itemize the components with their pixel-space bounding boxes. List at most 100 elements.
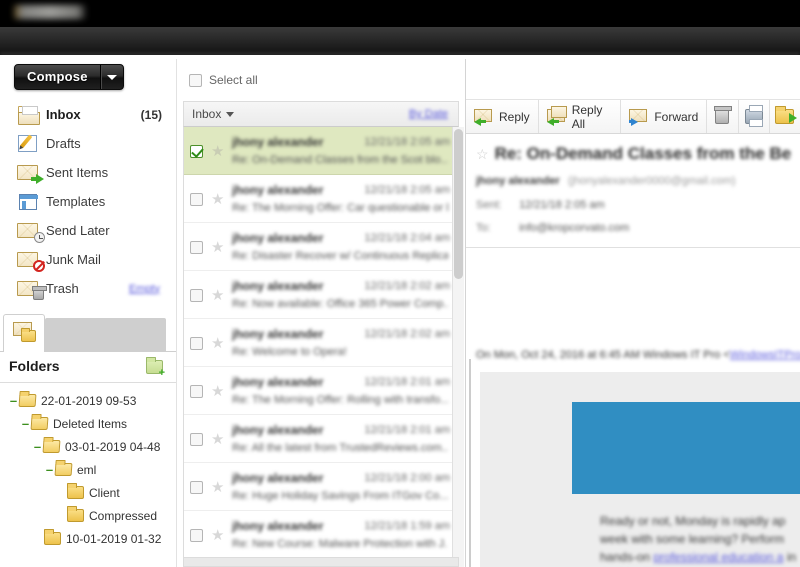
empty-trash-link[interactable]: Empty xyxy=(129,283,160,295)
row-subject: Re: The Morning Offer: Rolling with tran… xyxy=(232,394,448,406)
message-sent-row: Sent: 12/21/18 2:05 am xyxy=(476,199,605,211)
sidebar-item-sent-items[interactable]: Sent Items xyxy=(0,158,176,187)
sidebar-item-label: Drafts xyxy=(46,136,81,151)
row-checkbox[interactable] xyxy=(190,145,203,158)
table-row[interactable]: ★ jhony alexander 12/21/18 2:02 am Re: W… xyxy=(184,319,458,367)
table-row[interactable]: ★ jhony alexander 12/21/18 2:01 am Re: A… xyxy=(184,415,458,463)
current-folder-label: Inbox xyxy=(192,107,222,121)
message-rows: ★ jhony alexander 12/21/18 2:05 am Re: O… xyxy=(183,127,459,567)
collapse-toggle-icon[interactable]: – xyxy=(32,440,43,453)
tab-mail-folders[interactable] xyxy=(3,314,45,352)
row-checkbox[interactable] xyxy=(190,289,203,302)
email-client-window: Compose Inbox (15) Drafts Sent Items Tem… xyxy=(0,0,800,567)
select-all-checkbox[interactable] xyxy=(189,74,202,87)
row-checkbox[interactable] xyxy=(190,385,203,398)
row-sender: jhony alexander xyxy=(232,519,324,533)
reply-icon xyxy=(474,108,494,126)
print-button[interactable] xyxy=(739,100,770,133)
star-icon[interactable]: ★ xyxy=(211,432,224,447)
table-row[interactable]: ★ jhony alexander 12/21/18 2:01 am Re: T… xyxy=(184,367,458,415)
folder-tree-node[interactable]: – Deleted Items xyxy=(0,412,176,435)
folder-tree-node[interactable]: – 03-01-2019 04-48 xyxy=(0,435,176,458)
delete-button[interactable] xyxy=(707,100,739,133)
body-text: Ready or not, Monday is rapidly ap week … xyxy=(600,512,800,567)
table-row[interactable]: ★ jhony alexander 12/21/18 2:02 am Re: N… xyxy=(184,271,458,319)
sidebar-item-drafts[interactable]: Drafts xyxy=(0,129,176,158)
quote-intro-link[interactable]: WindowsITPro@n xyxy=(730,349,800,361)
row-subject: Re: Now available: Office 365 Power Comp… xyxy=(232,298,448,310)
collapse-toggle-icon[interactable]: – xyxy=(44,463,55,476)
folders-title: Folders xyxy=(9,358,60,374)
folder-tree-node[interactable]: – eml xyxy=(0,458,176,481)
folder-label: 03-01-2019 04-48 xyxy=(65,439,161,454)
envelope-green-arrow-icon xyxy=(16,161,46,185)
row-subject: Re: Huge Holiday Savings From ITGov Co..… xyxy=(232,490,448,502)
row-checkbox[interactable] xyxy=(190,337,203,350)
row-checkbox[interactable] xyxy=(190,241,203,254)
sidebar-item-inbox[interactable]: Inbox (15) xyxy=(0,100,176,129)
collapse-toggle-icon[interactable]: – xyxy=(8,394,19,407)
table-row[interactable]: ★ jhony alexander 12/21/18 2:00 am Re: H… xyxy=(184,463,458,511)
star-icon[interactable]: ★ xyxy=(211,288,224,303)
sent-label: Sent: xyxy=(476,199,502,211)
star-icon[interactable]: ☆ xyxy=(476,146,489,163)
new-folder-icon[interactable] xyxy=(146,357,165,379)
table-row[interactable]: ★ jhony alexander 12/21/18 2:05 am Re: T… xyxy=(184,175,458,223)
reply-button[interactable]: Reply xyxy=(466,100,539,133)
sidebar-item-trash[interactable]: Trash Empty xyxy=(0,274,176,303)
scrollbar-thumb[interactable] xyxy=(454,129,463,279)
message-to-row: To: info@kropcorvato.com xyxy=(476,222,629,234)
forward-button[interactable]: Forward xyxy=(621,100,708,133)
message-list-scrollbar[interactable] xyxy=(452,127,464,567)
sidebar-item-label: Junk Mail xyxy=(46,252,101,267)
sidebar-item-send-later[interactable]: Send Later xyxy=(0,216,176,245)
row-date: 12/21/18 2:01 am xyxy=(364,424,450,436)
star-icon[interactable]: ★ xyxy=(211,384,224,399)
star-icon[interactable]: ★ xyxy=(211,480,224,495)
compose-dropdown-button[interactable] xyxy=(100,65,123,89)
star-icon[interactable]: ★ xyxy=(211,240,224,255)
to-label: To: xyxy=(476,222,491,234)
folder-tree-node[interactable]: Client xyxy=(0,481,176,504)
chevron-down-icon[interactable] xyxy=(226,111,235,117)
table-row[interactable]: ★ jhony alexander 12/21/18 1:59 am Re: N… xyxy=(184,511,458,559)
star-icon[interactable]: ★ xyxy=(211,144,224,159)
sent-value: 12/21/18 2:05 am xyxy=(519,199,605,211)
message-list-footer xyxy=(183,557,459,567)
row-sender: jhony alexander xyxy=(232,327,324,341)
inbox-unread-count: (15) xyxy=(140,107,162,122)
move-to-folder-button[interactable] xyxy=(770,100,800,133)
app-logo xyxy=(14,5,86,19)
star-icon[interactable]: ★ xyxy=(211,192,224,207)
folder-tree-node[interactable]: Compressed xyxy=(0,504,176,527)
folder-tree-node[interactable]: – 22-01-2019 09-53 xyxy=(0,389,176,412)
row-checkbox[interactable] xyxy=(190,481,203,494)
body-link[interactable]: professional education a xyxy=(653,550,783,564)
collapse-toggle-icon[interactable]: – xyxy=(20,417,31,430)
star-icon[interactable]: ★ xyxy=(211,336,224,351)
sidebar-item-templates[interactable]: Templates xyxy=(0,187,176,216)
folder-tree-node[interactable]: 10-01-2019 01-32 xyxy=(0,527,176,550)
printer-icon xyxy=(744,105,763,127)
folders-header: Folders xyxy=(0,352,176,383)
folder-icon xyxy=(44,529,61,545)
table-row[interactable]: ★ jhony alexander 12/21/18 2:04 am Re: D… xyxy=(184,223,458,271)
row-checkbox[interactable] xyxy=(190,529,203,542)
row-checkbox[interactable] xyxy=(190,193,203,206)
draft-pencil-icon xyxy=(16,132,46,156)
row-checkbox[interactable] xyxy=(190,433,203,446)
sidebar-tab-inactive-area[interactable] xyxy=(45,318,166,352)
folder-icon xyxy=(67,483,84,499)
sort-by-date-link[interactable]: By Date xyxy=(409,108,448,120)
compose-button[interactable]: Compose xyxy=(14,64,124,90)
folder-icon xyxy=(30,417,49,430)
sidebar-item-junk-mail[interactable]: Junk Mail xyxy=(0,245,176,274)
message-from-row: jhony alexander (jhonyalexander0000@gmai… xyxy=(476,175,736,187)
reply-all-button[interactable]: Reply All xyxy=(539,100,622,133)
sidebar-item-label: Templates xyxy=(46,194,106,209)
table-row[interactable]: ★ jhony alexander 12/21/18 2:05 am Re: O… xyxy=(184,127,458,175)
compose-button-group: Compose xyxy=(14,64,124,90)
row-date: 12/21/18 1:59 am xyxy=(364,520,450,532)
star-icon[interactable]: ★ xyxy=(211,528,224,543)
compose-label[interactable]: Compose xyxy=(15,65,101,89)
